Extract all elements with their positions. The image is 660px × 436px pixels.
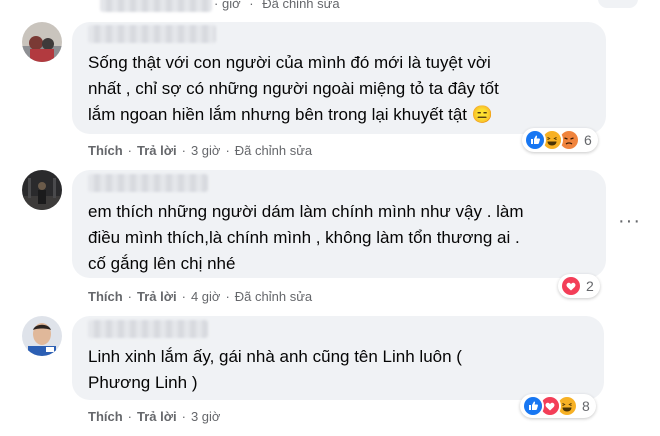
dot-separator: · [181, 143, 186, 158]
dot-separator: · [249, 0, 254, 11]
comment-actions: Thích · Trả lời · 4 giờ · Đã chỉnh sửa [88, 289, 312, 304]
comment-time[interactable]: 4 giờ [191, 289, 221, 304]
reply-link[interactable]: Trả lời [137, 289, 177, 304]
blurred-author-name [100, 0, 212, 12]
reaction-count: 8 [582, 398, 590, 414]
comment-bubble [598, 0, 638, 8]
like-reaction-icon [522, 395, 544, 417]
more-options-button[interactable]: ··· [618, 210, 641, 233]
blurred-author-name [88, 174, 208, 192]
edited-label: Đã chỉnh sửa [262, 0, 340, 11]
edited-label: Đã chỉnh sửa [234, 143, 313, 158]
avatar[interactable] [22, 170, 62, 210]
dot-separator: · [127, 289, 133, 304]
reaction-summary[interactable]: 6 [522, 128, 598, 152]
reaction-count: 2 [586, 278, 594, 294]
comment-text: em thích những người dám làm chính mình … [88, 202, 524, 273]
dot-separator: · [181, 289, 186, 304]
avatar-image [22, 316, 62, 356]
comment-actions: · giờ · Đã chỉnh sửa [214, 0, 340, 11]
comment-text: Sống thật với con người của mình đó mới … [88, 53, 499, 124]
comment-actions: Thích · Trả lời · 3 giờ · Đã chỉnh sửa [88, 143, 312, 158]
avatar[interactable] [22, 316, 62, 356]
dot-separator: · [225, 143, 230, 158]
reply-link[interactable]: Trả lời [137, 143, 177, 158]
blurred-author-name [88, 25, 216, 43]
reply-link[interactable]: Trả lời [137, 409, 177, 424]
like-reaction-icon [524, 129, 546, 151]
avatar[interactable] [22, 22, 62, 62]
avatar-image [22, 22, 62, 62]
edited-label: Đã chỉnh sửa [234, 289, 313, 304]
reaction-count: 6 [584, 132, 592, 148]
like-link[interactable]: Thích [88, 289, 123, 304]
reaction-summary[interactable]: 2 [558, 274, 600, 298]
reaction-summary[interactable]: 8 [520, 394, 596, 418]
comment-time[interactable]: giờ [222, 0, 241, 11]
comment-text: Linh xinh lắm ấy, gái nhà anh cũng tên L… [88, 347, 462, 392]
like-link[interactable]: Thích [88, 143, 123, 158]
dot-separator: · [127, 143, 133, 158]
comment-time[interactable]: 3 giờ [191, 409, 221, 424]
avatar-image [22, 170, 62, 210]
like-link[interactable]: Thích [88, 409, 123, 424]
love-reaction-icon [560, 275, 582, 297]
blurred-author-name [88, 320, 208, 338]
dot-separator: · [127, 409, 133, 424]
dot-separator: · [214, 0, 219, 11]
dot-separator: · [181, 409, 186, 424]
dot-separator: · [225, 289, 230, 304]
comment-actions: Thích · Trả lời · 3 giờ [88, 409, 220, 424]
comment-time[interactable]: 3 giờ [191, 143, 221, 158]
